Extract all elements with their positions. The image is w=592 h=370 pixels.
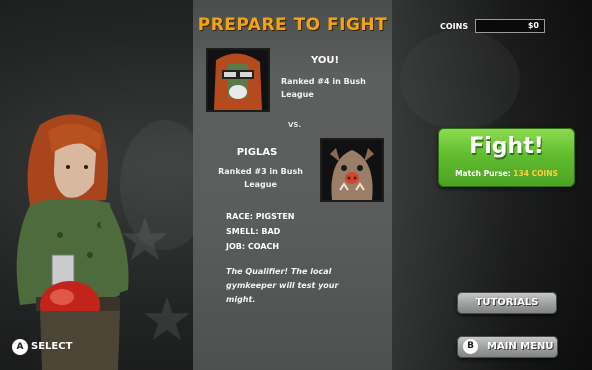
opponent-description: The Qualifier! The local gymkeeper will … (226, 267, 339, 304)
opponent-stats: RACE: PIGSTEN SMELL: BAD JOB: COACH (226, 209, 294, 254)
fight-button[interactable]: Fight! Match Purse: 134 COINS (438, 128, 575, 187)
b-button-icon: B (463, 339, 478, 354)
player-rank: Ranked #4 in Bush League (281, 77, 366, 99)
player-name: YOU! (310, 55, 340, 66)
game-screen: ★ ★ PREPARE TO FIGHT YOU! Ranked #4 in B… (0, 0, 592, 370)
tutorials-button[interactable]: TUTORIALS (457, 292, 557, 314)
opponent-rank: Ranked #3 in Bush League (218, 167, 303, 189)
match-purse-amount: 134 COINS (513, 169, 558, 178)
coins-label: COINS (440, 22, 469, 31)
versus-label: VS. (288, 121, 302, 129)
opponent-portrait (320, 138, 384, 202)
coins-value: $0 (527, 21, 539, 30)
match-purse: Match Purse: 134 COINS (455, 169, 558, 178)
stat-smell: SMELL: BAD (226, 227, 281, 236)
fighter-character (16, 114, 129, 370)
fight-button-label: Fight! (469, 134, 544, 159)
main-menu-button[interactable]: B MAIN MENU (457, 336, 558, 358)
coins-display: $0 (475, 19, 545, 33)
tutorials-button-label: TUTORIALS (475, 297, 539, 308)
stat-race: RACE: PIGSTEN (226, 212, 295, 221)
page-title: PREPARE TO FIGHT (197, 15, 388, 35)
player-portrait (206, 48, 270, 112)
main-menu-button-label: MAIN MENU (487, 341, 554, 352)
stat-job: JOB: COACH (226, 242, 280, 251)
opponent-name: PIGLAS (236, 147, 278, 158)
a-button-icon: A (12, 339, 28, 355)
select-hint-label: SELECT (31, 341, 73, 352)
